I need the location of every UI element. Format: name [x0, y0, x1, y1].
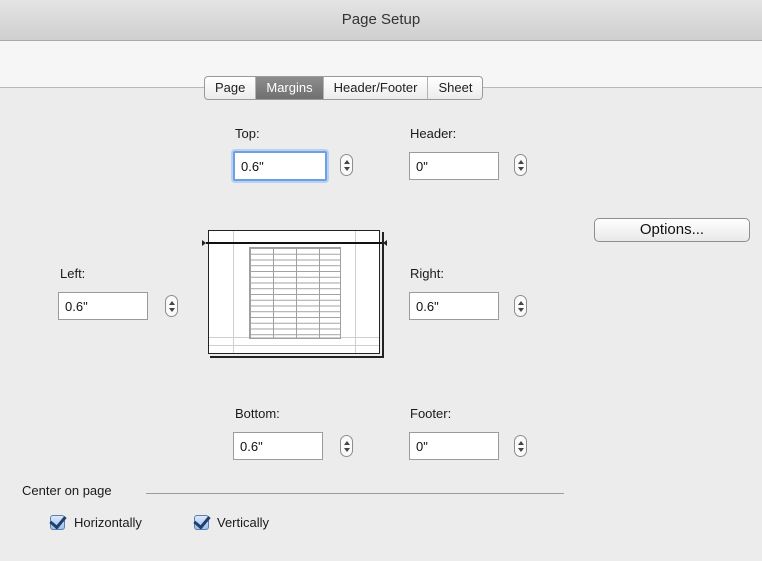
top-margin-label: Top:	[235, 126, 260, 141]
right-margin-field[interactable]	[409, 292, 499, 320]
stepper-up-icon	[518, 160, 524, 164]
horizontally-checkbox[interactable]	[49, 511, 67, 530]
top-margin-field[interactable]	[233, 151, 327, 181]
tab-bar: Page Margins Header/Footer Sheet	[204, 76, 484, 100]
preview-sheet	[208, 230, 380, 354]
bottom-margin-field[interactable]	[233, 432, 323, 460]
bottom-margin-label: Bottom:	[235, 406, 280, 421]
checkmark-icon	[193, 511, 211, 530]
tab-sheet[interactable]: Sheet	[428, 77, 482, 99]
footer-margin-stepper[interactable]	[514, 435, 527, 457]
stepper-up-icon	[344, 441, 350, 445]
vertically-checkbox[interactable]	[193, 511, 211, 530]
preview-guide	[209, 345, 379, 346]
preview-header-line	[206, 242, 382, 244]
stepper-down-icon	[518, 167, 524, 171]
center-on-page-label: Center on page	[22, 483, 112, 498]
header-margin-stepper[interactable]	[514, 154, 527, 176]
top-margin-stepper[interactable]	[340, 154, 353, 176]
right-margin-label: Right:	[410, 266, 444, 281]
margin-marker-right-icon	[383, 240, 387, 246]
center-on-page-divider	[146, 493, 564, 494]
stepper-down-icon	[518, 308, 524, 312]
preview-cell-grid	[249, 247, 341, 339]
preview-guide	[355, 231, 356, 353]
stepper-up-icon	[169, 301, 175, 305]
margin-marker-left-icon	[202, 240, 206, 246]
horizontally-label[interactable]: Horizontally	[74, 515, 142, 530]
tab-page[interactable]: Page	[205, 77, 257, 99]
stepper-up-icon	[518, 301, 524, 305]
window-title: Page Setup	[341, 11, 421, 28]
stepper-down-icon	[344, 167, 350, 171]
tab-margins[interactable]: Margins	[256, 77, 324, 99]
tab-header-footer[interactable]: Header/Footer	[324, 77, 429, 99]
stepper-up-icon	[344, 160, 350, 164]
checkmark-icon	[49, 511, 67, 530]
left-margin-label: Left:	[60, 266, 86, 281]
right-margin-stepper[interactable]	[514, 295, 527, 317]
header-margin-label: Header:	[410, 126, 457, 141]
vertically-label[interactable]: Vertically	[217, 515, 269, 530]
options-button[interactable]: Options...	[594, 218, 750, 242]
left-margin-field[interactable]	[58, 292, 148, 320]
footer-margin-label: Footer:	[410, 406, 452, 421]
header-margin-field[interactable]	[409, 152, 499, 180]
footer-margin-field[interactable]	[409, 432, 499, 460]
bottom-margin-stepper[interactable]	[340, 435, 353, 457]
left-margin-stepper[interactable]	[165, 295, 178, 317]
window-titlebar: Page Setup	[0, 0, 762, 41]
stepper-down-icon	[518, 448, 524, 452]
page-preview	[202, 228, 387, 358]
stepper-up-icon	[518, 441, 524, 445]
stepper-down-icon	[344, 448, 350, 452]
preview-guide	[233, 231, 234, 353]
stepper-down-icon	[169, 308, 175, 312]
